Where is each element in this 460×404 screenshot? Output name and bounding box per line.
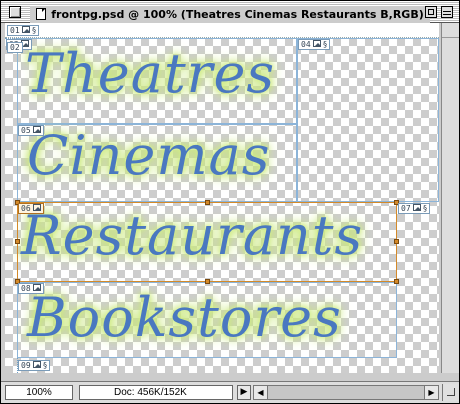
slice-number: 04 [301,40,311,49]
slice-number: 09 [21,361,31,370]
image-icon [412,204,421,211]
slice-number: 05 [21,126,31,135]
link-icon: § [31,26,37,35]
slice-number: 07 [401,204,411,213]
status-menu-arrow-icon[interactable]: ▶ [237,385,251,400]
document-size-info[interactable]: Doc: 456K/152K [79,385,233,400]
image-icon [32,204,41,211]
image-canvas[interactable]: Theatres Cinemas Restaurants Bookstores … [5,38,439,373]
link-icon: § [42,361,48,370]
resize-handle[interactable] [394,279,399,284]
scroll-right-arrow-icon[interactable]: ▶ [424,386,438,399]
slice-tag-02[interactable]: 02 [7,42,23,53]
image-icon [32,126,41,133]
word-bookstores: Bookstores [27,286,342,349]
slice-tag-04[interactable]: 04 § [298,39,331,50]
word-cinemas: Cinemas [27,124,271,187]
resize-handle[interactable] [205,200,210,205]
resize-handle[interactable] [205,279,210,284]
collapse-box-icon[interactable] [441,6,453,18]
slice-tag-07[interactable]: 07 § [398,203,431,214]
horizontal-scrollbar[interactable]: ◀ ▶ [253,385,439,400]
slice-tag-08[interactable]: 08 [18,283,44,294]
document-window: frontpg.psd @ 100% (Theatres Cinemas Res… [0,0,460,404]
slice-tag-09[interactable]: 09 § [18,360,51,371]
slice-04[interactable] [297,38,439,202]
image-icon [32,361,41,368]
vertical-scrollbar[interactable] [441,23,459,373]
window-title: frontpg.psd @ 100% (Theatres Cinemas Res… [30,6,430,24]
image-icon [21,26,30,33]
close-box-icon[interactable] [9,6,21,18]
slice-number: 08 [21,284,31,293]
image-icon [312,40,321,47]
zoom-box-icon[interactable] [425,6,437,18]
slice-number: 01 [10,26,20,35]
document-icon [36,8,47,20]
status-bar: 100% Doc: 456K/152K ▶ ◀ ▶ [1,381,459,403]
link-icon: § [322,40,328,49]
link-icon: § [422,204,428,213]
resize-grow-box-icon[interactable] [442,384,459,401]
slice-number: 02 [10,43,20,52]
resize-handle[interactable] [394,239,399,244]
slice-tag-01[interactable]: 01 § [7,25,40,36]
resize-handle[interactable] [15,239,20,244]
image-icon [32,284,41,291]
word-theatres: Theatres [25,42,276,105]
slice-number: 06 [21,204,31,213]
scroll-left-arrow-icon[interactable]: ◀ [254,386,268,399]
title-bar[interactable]: frontpg.psd @ 100% (Theatres Cinemas Res… [1,1,459,24]
zoom-level-field[interactable]: 100% [5,385,73,400]
slice-tag-05[interactable]: 05 [18,125,44,136]
window-title-text: frontpg.psd @ 100% (Theatres Cinemas Res… [51,8,424,21]
canvas-top-strip [5,23,439,38]
slice-06-selected[interactable] [15,200,399,284]
slice-tag-06[interactable]: 06 [18,203,44,214]
